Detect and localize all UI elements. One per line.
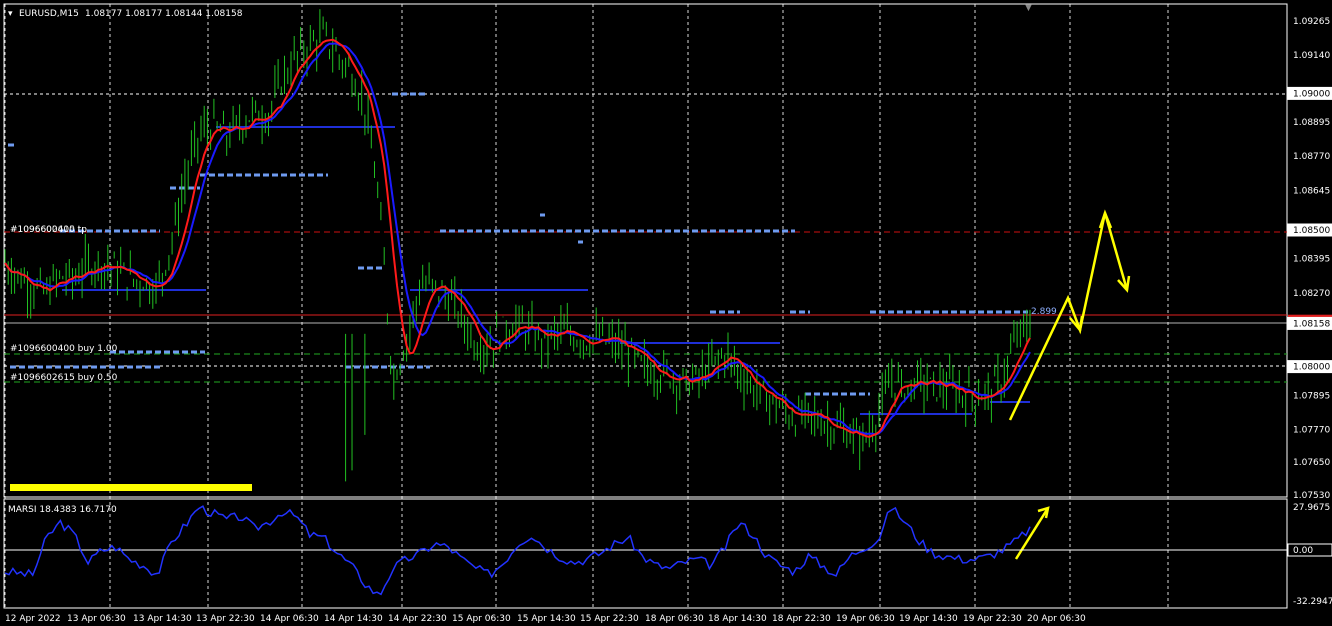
time-tick-label: 19 Apr 22:30 [963,614,1022,624]
time-tick-label: 18 Apr 06:30 [645,614,704,624]
time-tick-label: 19 Apr 06:30 [836,614,895,624]
time-tick-label: 18 Apr 22:30 [772,614,831,624]
price-tick-label: 1.09140 [1293,51,1330,61]
time-tick-label: 18 Apr 14:30 [708,614,767,624]
buy-order-1-label: #1096600400 buy 1.00 [10,344,118,354]
main-price-pane[interactable] [3,3,1288,498]
price-tick-label: 1.09265 [1293,17,1330,27]
collapse-triangle-icon[interactable]: ▾ [8,9,13,19]
time-tick-label: 14 Apr 06:30 [260,614,319,624]
ohlc-values: 1.08177 1.08177 1.08144 1.08158 [85,9,243,19]
time-tick-label: 14 Apr 22:30 [388,614,447,624]
time-tick-label: 20 Apr 06:30 [1027,614,1086,624]
price-axis: 1.09265 1.09140 1.09000 1.08895 1.08770 1.086… [1287,17,1332,501]
price-tick-label: 1.08158 [1293,319,1330,329]
price-tick-label: 1.07650 [1293,458,1330,468]
price-tick-label: 1.08000 [1293,363,1330,373]
price-tick-label: 1.07530 [1293,491,1330,501]
yellow-label-strip [10,484,252,491]
price-tick-label: 1.08500 [1293,226,1330,236]
indicator-mid-label: 0.00 [1293,546,1313,556]
price-tick-label: 1.09000 [1293,89,1330,99]
price-tick-label: 1.08270 [1293,289,1330,299]
indicator-bottom-label: -32.2947 [1293,597,1332,607]
buy-order-2-label: #1096602615 buy 0.50 [10,373,118,383]
time-tick-label: 15 Apr 14:30 [517,614,576,624]
time-tick-label: 13 Apr 06:30 [67,614,126,624]
time-tick-label: 19 Apr 14:30 [899,614,958,624]
price-tick-label: 1.07770 [1293,425,1330,435]
tp-order-label-2: #1096602615 tp [10,225,87,235]
price-tick-label: 1.07895 [1293,391,1330,401]
price-tick-label: 1.08895 [1293,118,1330,128]
price-tick-label: 1.08395 [1293,255,1330,265]
price-tick-label: 1.08645 [1293,186,1330,196]
chart-shift-marker-icon[interactable]: ▼ [1025,3,1032,13]
time-tick-label: 13 Apr 22:30 [196,614,255,624]
measure-readout: 2.899 [1031,307,1057,317]
price-tick-label: 1.08770 [1293,152,1330,162]
trading-chart[interactable]: ▾ EURUSD,M15 1.08177 1.08177 1.08144 1.0… [0,0,1332,626]
indicator-top-label: 27.9675 [1293,503,1330,513]
indicator-pane[interactable] [3,498,1288,609]
time-axis: 12 Apr 2022 13 Apr 06:30 13 Apr 14:30 13 Ap… [5,614,1086,624]
time-tick-label: 15 Apr 06:30 [452,614,511,624]
time-tick-label: 13 Apr 14:30 [133,614,192,624]
time-tick-label: 14 Apr 14:30 [324,614,383,624]
symbol-timeframe: EURUSD,M15 [19,9,79,19]
time-tick-label: 15 Apr 22:30 [580,614,639,624]
indicator-name: MARSI 18.4383 16.7170 [8,505,117,515]
time-tick-label: 12 Apr 2022 [5,614,61,624]
